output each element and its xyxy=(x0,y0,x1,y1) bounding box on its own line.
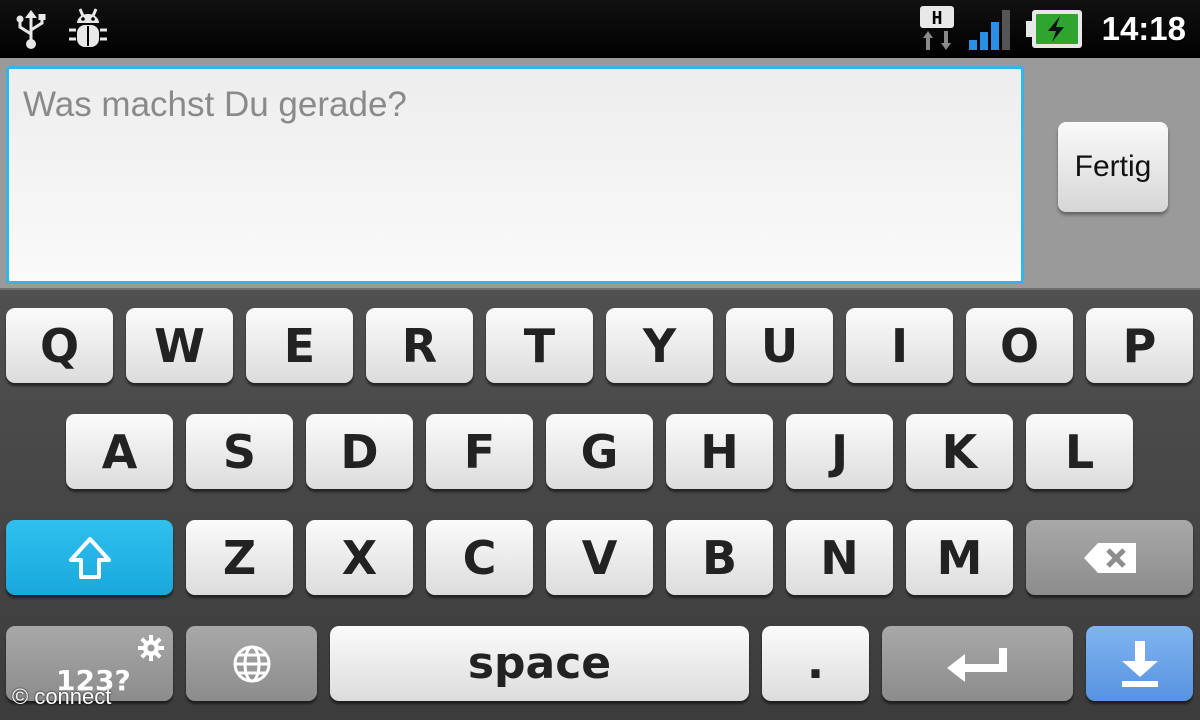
key-x[interactable]: X xyxy=(306,520,413,595)
compose-area: Fertig xyxy=(0,58,1200,290)
key-a[interactable]: A xyxy=(66,414,173,489)
language-key[interactable] xyxy=(186,626,317,701)
key-u[interactable]: U xyxy=(726,308,833,383)
key-f[interactable]: F xyxy=(426,414,533,489)
signal-icon xyxy=(968,10,1010,50)
enter-key[interactable] xyxy=(882,626,1073,701)
key-r[interactable]: R xyxy=(366,308,473,383)
key-p[interactable]: P xyxy=(1086,308,1193,383)
key-w[interactable]: W xyxy=(126,308,233,383)
status-system: H 14:18 xyxy=(918,0,1186,58)
gear-icon xyxy=(138,635,164,661)
key-b[interactable]: B xyxy=(666,520,773,595)
status-notifications xyxy=(14,0,110,58)
key-h[interactable]: H xyxy=(666,414,773,489)
space-key[interactable]: space xyxy=(330,626,749,701)
status-text-field[interactable] xyxy=(6,66,1024,284)
backspace-icon xyxy=(1083,542,1136,573)
key-s[interactable]: S xyxy=(186,414,293,489)
key-q[interactable]: Q xyxy=(6,308,113,383)
period-key[interactable]: . xyxy=(762,626,869,701)
key-z[interactable]: Z xyxy=(186,520,293,595)
key-n[interactable]: N xyxy=(786,520,893,595)
key-t[interactable]: T xyxy=(486,308,593,383)
key-i[interactable]: I xyxy=(846,308,953,383)
status-bar: H 14:18 xyxy=(0,0,1200,58)
done-button[interactable]: Fertig xyxy=(1058,122,1168,212)
usb-icon xyxy=(16,10,46,49)
bug-icon xyxy=(69,8,107,47)
key-g[interactable]: G xyxy=(546,414,653,489)
network-type-label: H xyxy=(931,8,942,29)
key-e[interactable]: E xyxy=(246,308,353,383)
key-c[interactable]: C xyxy=(426,520,533,595)
hide-keyboard-icon xyxy=(1121,640,1158,687)
hide-keyboard-key[interactable] xyxy=(1086,626,1193,701)
key-m[interactable]: M xyxy=(906,520,1013,595)
key-d[interactable]: D xyxy=(306,414,413,489)
key-l[interactable]: L xyxy=(1026,414,1133,489)
hspa-icon: H xyxy=(919,6,954,50)
key-y[interactable]: Y xyxy=(606,308,713,383)
shift-arrow-icon xyxy=(68,536,111,579)
key-k[interactable]: K xyxy=(906,414,1013,489)
key-o[interactable]: O xyxy=(966,308,1073,383)
key-j[interactable]: J xyxy=(786,414,893,489)
status-clock: 14:18 xyxy=(1101,10,1186,47)
battery-charging-icon xyxy=(1025,10,1082,48)
android-screen: H 14:18 Fertig xyxy=(0,0,1200,720)
shift-key[interactable] xyxy=(6,520,173,595)
backspace-key[interactable] xyxy=(1026,520,1193,595)
enter-arrow-icon xyxy=(946,647,1007,682)
watermark: © connect xyxy=(12,684,112,709)
status-input[interactable] xyxy=(23,83,1003,127)
globe-icon xyxy=(233,645,270,682)
soft-keyboard: Q W E R T Y U I O P A S D F G H J K L Z … xyxy=(0,290,1200,720)
key-v[interactable]: V xyxy=(546,520,653,595)
